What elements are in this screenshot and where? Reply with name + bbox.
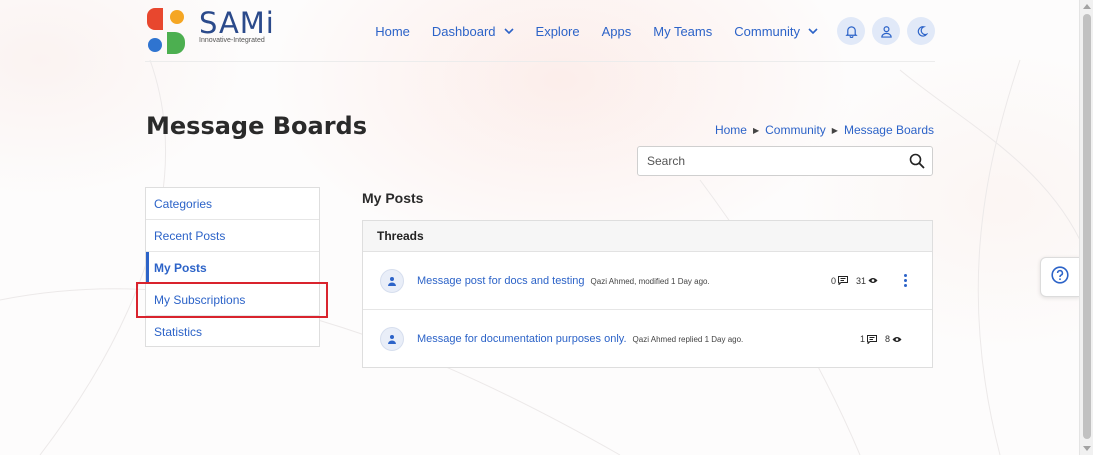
- reply-count: 1: [860, 334, 866, 344]
- view-count: 8: [885, 334, 891, 344]
- scroll-up-icon[interactable]: [1083, 4, 1091, 9]
- thread-row: Message for documentation purposes only.…: [363, 310, 932, 368]
- sidebar-item-statistics[interactable]: Statistics: [146, 316, 319, 348]
- threads-header: Threads: [363, 221, 932, 252]
- question-circle-icon: [1051, 265, 1069, 289]
- comment-icon: [838, 276, 849, 285]
- logo-mark: [145, 8, 189, 54]
- main-nav: Home Dashboard Explore Apps My Teams Com…: [353, 17, 935, 45]
- nav-community-label: Community: [734, 23, 800, 39]
- nav-home[interactable]: Home: [375, 24, 410, 39]
- kebab-menu-icon[interactable]: [900, 273, 910, 288]
- thread-stats: 1 8: [860, 334, 910, 344]
- nav-explore[interactable]: Explore: [536, 24, 580, 39]
- search-box: [637, 146, 933, 176]
- thread-title: Message post for docs and testing: [417, 274, 585, 287]
- search-icon[interactable]: [902, 153, 932, 169]
- eye-icon: [892, 336, 902, 343]
- nav-dashboard[interactable]: Dashboard: [432, 24, 514, 39]
- breadcrumb-home[interactable]: Home: [715, 123, 747, 137]
- nav-community[interactable]: Community: [734, 24, 818, 39]
- page-scrollbar[interactable]: [1079, 0, 1093, 455]
- scrollbar-thumb[interactable]: [1083, 14, 1091, 439]
- nav-dashboard-label: Dashboard: [431, 23, 496, 39]
- site-header: SAMi Innovative-Integrated Home Dashboar…: [145, 0, 935, 62]
- sidebar-item-my-subscriptions[interactable]: My Subscriptions: [146, 284, 319, 316]
- help-button[interactable]: [1040, 257, 1080, 297]
- logo[interactable]: SAMi Innovative-Integrated: [145, 8, 275, 54]
- chevron-down-icon: [808, 26, 818, 36]
- sidebar-item-categories[interactable]: Categories: [146, 188, 319, 220]
- view-count: 31: [856, 275, 867, 286]
- user-icon[interactable]: [872, 17, 900, 45]
- moon-icon[interactable]: [907, 17, 935, 45]
- page-title: Message Boards: [146, 112, 368, 140]
- avatar: [380, 327, 404, 351]
- eye-icon: [868, 277, 878, 284]
- sidebar-item-recent-posts[interactable]: Recent Posts: [146, 220, 319, 252]
- thread-stats: 0 31: [831, 276, 886, 286]
- nav-apps[interactable]: Apps: [602, 24, 632, 39]
- breadcrumb-separator-icon: ▶: [752, 125, 760, 135]
- thread-meta: Qazi Ahmed, modified 1 Day ago.: [590, 276, 710, 286]
- chevron-down-icon: [503, 26, 514, 36]
- scroll-down-icon[interactable]: [1083, 446, 1091, 451]
- sidebar-menu: Categories Recent Posts My Posts My Subs…: [145, 187, 320, 347]
- avatar: [380, 268, 404, 293]
- thread-row: Message post for docs and testing Qazi Ah…: [363, 252, 932, 310]
- thread-title-link[interactable]: Message for documentation purposes only.…: [417, 333, 743, 345]
- breadcrumb-community[interactable]: Community: [765, 123, 826, 137]
- breadcrumb: Home ▶ Community ▶ Message Boards: [715, 123, 934, 137]
- thread-title-link[interactable]: Message post for docs and testing Qazi Ah…: [417, 275, 710, 287]
- logo-name: SAMi: [199, 6, 275, 40]
- sidebar-item-my-posts[interactable]: My Posts: [146, 252, 319, 284]
- thread-title: Message for documentation purposes only.: [417, 333, 627, 345]
- threads-panel: Threads Message post for docs and testin…: [362, 220, 933, 368]
- comment-icon: [867, 334, 878, 344]
- nav-my-teams[interactable]: My Teams: [653, 24, 712, 39]
- breadcrumb-message-boards[interactable]: Message Boards: [844, 123, 934, 137]
- breadcrumb-separator-icon: ▶: [831, 125, 838, 135]
- thread-meta: Qazi Ahmed replied 1 Day ago.: [632, 335, 744, 344]
- search-input[interactable]: [638, 147, 902, 175]
- section-title: My Posts: [362, 190, 424, 206]
- logo-tagline: Innovative-Integrated: [199, 37, 265, 44]
- bell-icon[interactable]: [837, 17, 865, 45]
- reply-count: 0: [831, 275, 837, 286]
